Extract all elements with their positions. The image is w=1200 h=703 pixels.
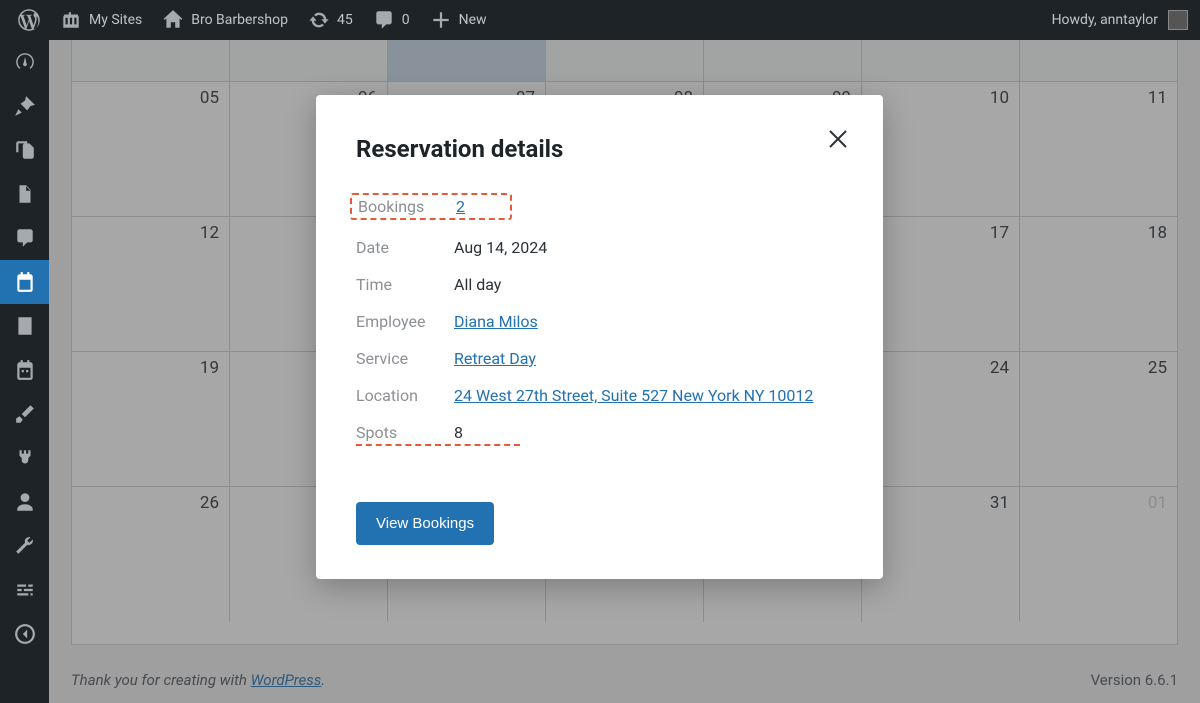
user-icon: [14, 491, 36, 513]
service-label: Service: [356, 349, 454, 368]
pin-icon: [14, 95, 36, 117]
highlight-bookings-row: Bookings 2: [350, 193, 512, 220]
menu-tools[interactable]: [0, 524, 49, 568]
menu-comments[interactable]: [0, 216, 49, 260]
comments[interactable]: 0: [363, 0, 420, 40]
menu-collapse[interactable]: [0, 612, 49, 656]
wordpress-icon: [18, 9, 40, 31]
close-icon: [826, 127, 850, 151]
my-sites[interactable]: My Sites: [50, 0, 152, 40]
comments-icon: [14, 227, 36, 249]
calendar-icon: [14, 271, 36, 293]
howdy-text: Howdy, anntaylor: [1052, 12, 1158, 28]
location-link[interactable]: 24 West 27th Street, Suite 527 New York …: [454, 386, 813, 405]
comment-icon: [373, 9, 395, 31]
comments-count: 0: [402, 12, 410, 28]
menu-pages[interactable]: [0, 172, 49, 216]
wp-logo[interactable]: [8, 0, 50, 40]
menu-building[interactable]: [0, 304, 49, 348]
menu-posts[interactable]: [0, 84, 49, 128]
new-content[interactable]: New: [420, 0, 497, 40]
date-value: Aug 14, 2024: [454, 238, 547, 257]
location-label: Location: [356, 386, 454, 405]
employee-link[interactable]: Diana Milos: [454, 312, 538, 331]
update-icon: [308, 9, 330, 31]
employee-label: Employee: [356, 312, 454, 331]
menu-calendar2[interactable]: [0, 348, 49, 392]
updates-count: 45: [337, 12, 353, 28]
network-icon: [60, 9, 82, 31]
menu-bookings-active[interactable]: [0, 260, 49, 304]
bookings-count-link[interactable]: 2: [456, 197, 465, 216]
calendar2-icon: [14, 359, 36, 381]
service-row: Service Retreat Day: [356, 349, 843, 368]
service-link[interactable]: Retreat Day: [454, 349, 536, 368]
spots-row: Spots 8: [356, 423, 843, 442]
my-sites-label: My Sites: [89, 12, 142, 28]
sliders-icon: [14, 579, 36, 601]
site-name-label: Bro Barbershop: [191, 12, 288, 28]
menu-appearance[interactable]: [0, 392, 49, 436]
spots-label: Spots: [356, 423, 454, 442]
site-name[interactable]: Bro Barbershop: [152, 0, 298, 40]
wrench-icon: [14, 535, 36, 557]
collapse-icon: [14, 623, 36, 645]
building-icon: [14, 315, 36, 337]
menu-dashboard[interactable]: [0, 40, 49, 84]
employee-row: Employee Diana Milos: [356, 312, 843, 331]
time-row: Time All day: [356, 275, 843, 294]
pages-icon: [14, 183, 36, 205]
bookings-label: Bookings: [358, 197, 456, 216]
close-button[interactable]: [826, 127, 850, 156]
date-row: Date Aug 14, 2024: [356, 238, 843, 257]
location-row: Location 24 West 27th Street, Suite 527 …: [356, 386, 843, 405]
dashboard-icon: [14, 51, 36, 73]
plugin-icon: [14, 447, 36, 469]
view-bookings-button[interactable]: View Bookings: [356, 502, 494, 545]
menu-users[interactable]: [0, 480, 49, 524]
avatar: [1168, 10, 1188, 30]
time-value: All day: [454, 275, 501, 294]
menu-plugins[interactable]: [0, 436, 49, 480]
home-icon: [162, 9, 184, 31]
brush-icon: [14, 403, 36, 425]
reservation-details-modal: Reservation details Bookings 2 Date Aug …: [316, 95, 883, 579]
spots-value: 8: [454, 423, 463, 442]
time-label: Time: [356, 275, 454, 294]
wp-admin-sidebar: [0, 40, 49, 703]
plus-icon: [430, 9, 452, 31]
menu-media[interactable]: [0, 128, 49, 172]
wp-admin-bar: My Sites Bro Barbershop 45 0 New Howdy, …: [0, 0, 1200, 40]
my-account[interactable]: Howdy, anntaylor: [1052, 10, 1192, 30]
date-label: Date: [356, 238, 454, 257]
modal-title: Reservation details: [356, 135, 843, 163]
menu-settings[interactable]: [0, 568, 49, 612]
new-label: New: [459, 12, 487, 28]
updates[interactable]: 45: [298, 0, 363, 40]
media-icon: [14, 139, 36, 161]
